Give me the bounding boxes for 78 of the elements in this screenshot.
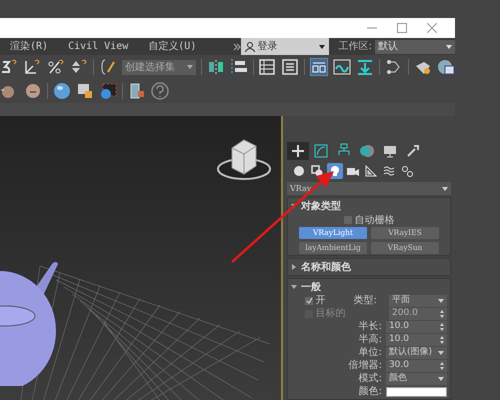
spinner-arrows-icon[interactable] — [440, 336, 444, 344]
systems-icon — [401, 165, 413, 177]
named-selection-icon[interactable] — [98, 58, 117, 76]
field-label: 单位: — [358, 346, 382, 360]
dropdown-field[interactable]: 平面 — [389, 294, 447, 306]
field-label: 模式: — [358, 372, 382, 386]
modify-icon — [313, 143, 329, 159]
space-warp-icon — [383, 165, 395, 177]
dropdown-field[interactable]: 默认(图像) — [386, 346, 447, 358]
expand-icon[interactable] — [232, 42, 241, 52]
field-label: 半高: — [358, 332, 382, 346]
caret-icon[interactable] — [446, 44, 452, 48]
wrench-icon — [405, 143, 421, 159]
material-sphere-icon[interactable] — [53, 82, 71, 100]
spinner-field[interactable]: 10.0 — [386, 334, 447, 346]
user-icon — [244, 42, 255, 52]
enable-checkbox[interactable] — [305, 296, 313, 304]
schematic-icon[interactable] — [356, 58, 374, 76]
checkbox-label: 开 — [316, 294, 326, 308]
snap-toggle-icon[interactable] — [1, 58, 19, 76]
login-dropdown[interactable]: 登录 — [240, 38, 329, 55]
render-icon[interactable] — [437, 58, 456, 76]
selection-set-dropdown[interactable]: 创建选择集 — [122, 60, 196, 74]
help-icon[interactable] — [151, 82, 169, 100]
category-button[interactable] — [363, 163, 379, 179]
viewport[interactable] — [0, 116, 283, 400]
dropdown-field[interactable]: 颜色 — [386, 372, 447, 384]
caret-icon[interactable] — [318, 44, 325, 48]
curve-editor-icon[interactable] — [333, 58, 352, 76]
autogrid-checkbox[interactable] — [344, 216, 352, 224]
rendered-frame-icon[interactable] — [99, 82, 117, 100]
color-swatch[interactable] — [386, 386, 447, 396]
helper-icon — [365, 165, 377, 177]
category-button[interactable] — [399, 163, 415, 179]
spinner-arrows-icon[interactable] — [440, 362, 444, 370]
sphere-icon — [293, 165, 305, 177]
render-setup-icon[interactable] — [76, 82, 94, 100]
spinner-arrows-icon[interactable] — [440, 322, 444, 330]
field-label: 半长: — [358, 320, 382, 334]
close-icon[interactable] — [427, 23, 437, 33]
light-bulb-icon — [329, 165, 341, 177]
toggle-ribbon-icon[interactable] — [310, 58, 328, 76]
workspace-label: 工作区: — [338, 40, 372, 54]
caret-icon[interactable] — [442, 186, 448, 190]
field-label: 颜色: — [358, 384, 382, 399]
menu-item[interactable]: Civil View — [58, 39, 138, 54]
spinner-field[interactable]: 10.0 — [386, 320, 447, 332]
rollout-title[interactable]: 对象类型 — [301, 198, 341, 214]
field-label: 类型: — [354, 294, 378, 308]
menu-item[interactable]: 渲染(R) — [0, 39, 58, 54]
rollout-title[interactable]: 名称和颜色 — [301, 260, 351, 274]
command-tab[interactable] — [287, 142, 309, 160]
collapse-arrow-icon[interactable] — [291, 284, 297, 290]
camera-icon — [347, 165, 359, 177]
percent-snap-icon[interactable] — [47, 58, 65, 76]
object-type-dropdown[interactable]: VRay — [287, 182, 451, 195]
field-label: 倍增器: — [348, 358, 382, 372]
autogrid-label: 自动栅格 — [354, 214, 394, 228]
spinner-arrows-icon[interactable] — [440, 310, 444, 318]
category-button[interactable] — [291, 163, 307, 179]
shapes-icon — [311, 165, 323, 177]
login-label: 登录 — [258, 40, 278, 54]
spinner-field[interactable]: 30.0 — [386, 360, 447, 372]
display-icon — [382, 143, 398, 159]
scene-explorer-icon[interactable] — [258, 58, 276, 76]
workspace-dropdown[interactable]: 默认 — [375, 40, 455, 54]
layer-explorer-icon[interactable] — [281, 58, 300, 76]
mirror-icon[interactable] — [206, 58, 225, 76]
expand-arrow-icon[interactable] — [291, 264, 297, 270]
maximize-icon[interactable] — [397, 23, 407, 33]
create-icon — [290, 143, 306, 159]
angle-snap-icon[interactable] — [24, 58, 42, 76]
checkbox-label: 目标的 — [316, 306, 346, 321]
render-to-texture-icon[interactable] — [128, 82, 146, 100]
rollout-title[interactable]: 一般 — [301, 280, 321, 294]
menu-item[interactable]: 自定义(U) — [138, 39, 206, 54]
align-icon[interactable] — [230, 58, 248, 76]
motion-icon — [359, 143, 375, 159]
